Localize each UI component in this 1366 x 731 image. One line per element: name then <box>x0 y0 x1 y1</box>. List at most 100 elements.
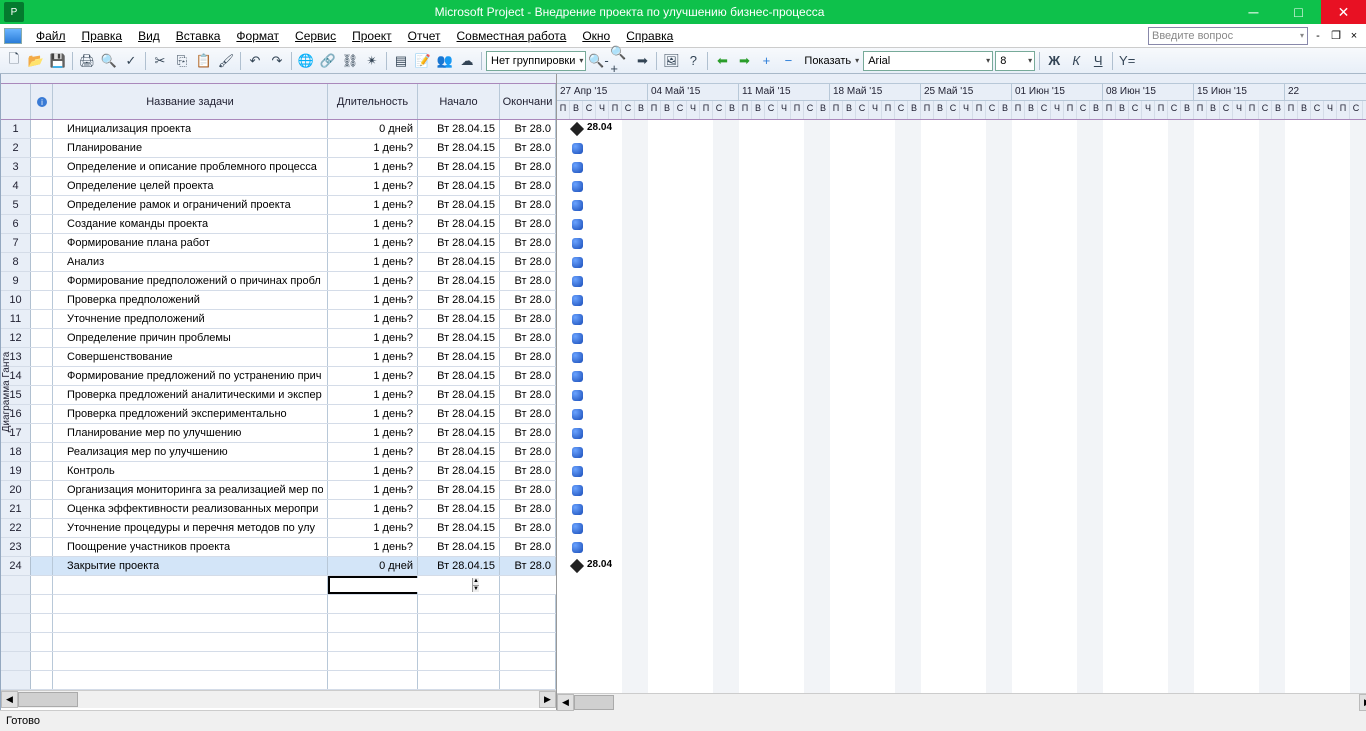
maximize-button[interactable]: □ <box>1276 0 1321 24</box>
end-cell[interactable]: Вт 28.0 <box>500 519 556 537</box>
indicator-cell[interactable] <box>31 348 53 366</box>
format-painter-icon[interactable]: 🖌 <box>216 51 236 71</box>
header-end[interactable]: Окончани <box>500 84 556 119</box>
indicator-cell[interactable] <box>31 234 53 252</box>
milestone-icon[interactable] <box>570 559 584 573</box>
indicator-cell[interactable] <box>31 310 53 328</box>
task-info-icon[interactable]: ▤ <box>391 51 411 71</box>
duration-cell[interactable]: 1 день? <box>328 291 418 309</box>
row-number[interactable]: 11 <box>1 310 31 328</box>
table-hscroll[interactable]: ◀ ▶ <box>1 690 556 707</box>
start-cell[interactable]: Вт 28.04.15 <box>418 443 500 461</box>
gantt-scroll-right-icon[interactable]: ▶ <box>1359 694 1366 711</box>
start-cell[interactable]: Вт 28.04.15 <box>418 158 500 176</box>
row-number[interactable]: 21 <box>1 500 31 518</box>
duration-cell[interactable]: 0 дней <box>328 120 418 138</box>
gantt-bar[interactable] <box>572 257 583 268</box>
task-name-cell[interactable]: Закрытие проекта <box>53 557 328 575</box>
indicator-cell[interactable] <box>31 367 53 385</box>
duration-cell[interactable]: 1 день? <box>328 519 418 537</box>
indicator-cell[interactable] <box>31 120 53 138</box>
table-row[interactable]: 8 Анализ 1 день? Вт 28.04.15 Вт 28.0 <box>1 253 556 272</box>
close-button[interactable]: ✕ <box>1321 0 1366 24</box>
row-number[interactable]: 7 <box>1 234 31 252</box>
gantt-bar[interactable] <box>572 409 583 420</box>
duration-cell[interactable]: 1 день? <box>328 348 418 366</box>
row-number[interactable]: 6 <box>1 215 31 233</box>
menu-window[interactable]: Окно <box>574 27 618 45</box>
duration-cell[interactable]: 1 день? <box>328 500 418 518</box>
indicator-cell[interactable] <box>31 196 53 214</box>
indicator-cell[interactable] <box>31 557 53 575</box>
show-combo[interactable]: Показать▾ <box>800 51 861 71</box>
duration-cell[interactable]: 1 день? <box>328 462 418 480</box>
spellcheck-icon[interactable]: ✓ <box>121 51 141 71</box>
end-cell[interactable]: Вт 28.0 <box>500 272 556 290</box>
gantt-bar[interactable] <box>572 295 583 306</box>
gantt-bar[interactable] <box>572 466 583 477</box>
menu-report[interactable]: Отчет <box>400 27 449 45</box>
filter-icon[interactable]: Y= <box>1117 51 1137 71</box>
end-cell[interactable]: Вт 28.0 <box>500 462 556 480</box>
end-cell[interactable]: Вт 28.0 <box>500 120 556 138</box>
gantt-bar[interactable] <box>572 390 583 401</box>
header-indicator[interactable]: i <box>31 84 53 119</box>
end-cell[interactable]: Вт 28.0 <box>500 253 556 271</box>
hide-subtasks-icon[interactable]: − <box>778 51 798 71</box>
task-name-cell[interactable]: Определение причин проблемы <box>53 329 328 347</box>
table-row[interactable]: 10 Проверка предположений 1 день? Вт 28.… <box>1 291 556 310</box>
row-number[interactable]: 20 <box>1 481 31 499</box>
gantt-bar[interactable] <box>572 181 583 192</box>
end-cell[interactable]: Вт 28.0 <box>500 481 556 499</box>
mdi-minimize-button[interactable]: - <box>1310 28 1326 44</box>
row-number[interactable]: 5 <box>1 196 31 214</box>
task-name-cell[interactable]: Уточнение процедуры и перечня методов по… <box>53 519 328 537</box>
mdi-close-button[interactable]: × <box>1346 28 1362 44</box>
end-cell[interactable]: Вт 28.0 <box>500 234 556 252</box>
end-cell[interactable]: Вт 28.0 <box>500 215 556 233</box>
row-number[interactable]: 22 <box>1 519 31 537</box>
gantt-hscroll[interactable]: ◀ ▶ <box>557 693 1366 710</box>
menu-insert[interactable]: Вставка <box>168 27 229 45</box>
task-name-cell[interactable]: Контроль <box>53 462 328 480</box>
gantt-bar[interactable] <box>572 352 583 363</box>
zoom-in-icon[interactable]: 🔍+ <box>610 51 630 71</box>
start-cell[interactable]: Вт 28.04.15 <box>418 348 500 366</box>
row-number[interactable]: 3 <box>1 158 31 176</box>
menu-collab[interactable]: Совместная работа <box>449 27 575 45</box>
task-name-cell[interactable]: Совершенствование <box>53 348 328 366</box>
duration-cell[interactable]: 1 день? <box>328 443 418 461</box>
grouping-combo[interactable]: Нет группировки▾ <box>486 51 586 71</box>
indicator-cell[interactable] <box>31 481 53 499</box>
start-cell[interactable]: Вт 28.04.15 <box>418 120 500 138</box>
row-number[interactable]: 9 <box>1 272 31 290</box>
duration-cell[interactable]: 1 день? <box>328 424 418 442</box>
milestone-icon[interactable] <box>570 122 584 136</box>
end-cell[interactable]: Вт 28.0 <box>500 177 556 195</box>
table-row[interactable]: 20 Организация мониторинга за реализацие… <box>1 481 556 500</box>
duration-cell[interactable]: 1 день? <box>328 310 418 328</box>
row-number[interactable]: 2 <box>1 139 31 157</box>
table-row[interactable]: 3 Определение и описание проблемного про… <box>1 158 556 177</box>
indicator-cell[interactable] <box>31 215 53 233</box>
indicator-cell[interactable] <box>31 538 53 556</box>
table-row[interactable]: 17 Планирование мер по улучшению 1 день?… <box>1 424 556 443</box>
task-name-cell[interactable]: Инициализация проекта <box>53 120 328 138</box>
duration-cell[interactable]: 1 день? <box>328 158 418 176</box>
duration-cell[interactable]: 1 день? <box>328 139 418 157</box>
start-cell[interactable]: Вт 28.04.15 <box>418 177 500 195</box>
header-task-name[interactable]: Название задачи <box>53 84 328 119</box>
menu-format[interactable]: Формат <box>228 27 287 45</box>
task-name-cell[interactable]: Формирование предположений о причинах пр… <box>53 272 328 290</box>
start-cell[interactable]: Вт 28.04.15 <box>418 291 500 309</box>
start-cell[interactable]: Вт 28.04.15 <box>418 234 500 252</box>
header-duration[interactable]: Длительность <box>328 84 418 119</box>
spinner-down-icon[interactable]: ▼ <box>473 585 479 593</box>
gantt-bar[interactable] <box>572 371 583 382</box>
menu-view[interactable]: Вид <box>130 27 168 45</box>
indicator-cell[interactable] <box>31 158 53 176</box>
table-row[interactable]: 9 Формирование предположений о причинах … <box>1 272 556 291</box>
row-number[interactable]: 4 <box>1 177 31 195</box>
open-icon[interactable]: 📂 <box>26 51 46 71</box>
redo-icon[interactable]: ↷ <box>267 51 287 71</box>
